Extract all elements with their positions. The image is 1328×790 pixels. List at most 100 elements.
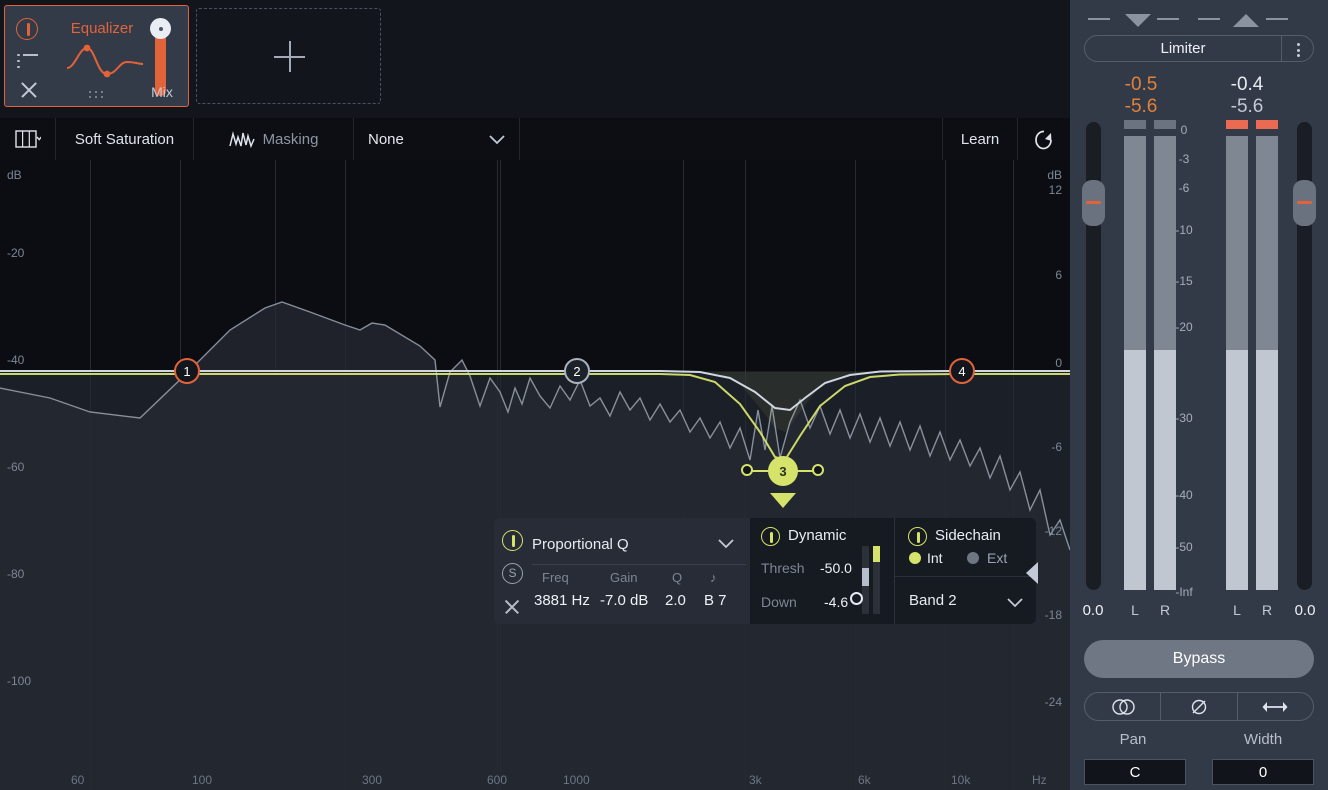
sidechain-int-radio[interactable] <box>909 552 921 564</box>
add-module-button[interactable] <box>196 8 381 104</box>
width-arrows-icon[interactable] <box>1236 693 1313 720</box>
q-value[interactable]: 2.0 <box>665 592 686 609</box>
collapse-arrow-icon[interactable] <box>1026 562 1038 584</box>
filter-shape-select[interactable]: Proportional Q <box>532 526 746 562</box>
main-area: Equalizer Mix Soft Saturation Masking No… <box>0 0 1070 790</box>
input-fader-thumb[interactable] <box>1082 180 1105 226</box>
freq-tick-4: 1000 <box>563 773 590 787</box>
pan-value-field[interactable]: C <box>1084 759 1186 785</box>
toolbar-spacer <box>520 118 943 160</box>
freq-tick-7: 10k <box>951 773 971 787</box>
width-value-field[interactable]: 0 <box>1212 759 1314 785</box>
power-icon[interactable] <box>16 18 38 40</box>
column-layout-icon[interactable] <box>0 118 56 160</box>
panel-resize-controls <box>1070 8 1328 30</box>
down-value[interactable]: -4.6 <box>824 594 848 610</box>
limiter-header[interactable]: Limiter <box>1084 35 1314 62</box>
list-menu-icon[interactable] <box>17 53 39 70</box>
filter-shape-value: Proportional Q <box>532 535 629 553</box>
module-card-equalizer[interactable]: Equalizer Mix <box>4 5 189 107</box>
note-header: ♪ <box>710 570 717 585</box>
meter-scale-2: -6 <box>1178 181 1190 195</box>
input-gain-value[interactable]: 0.0 <box>1070 602 1116 619</box>
chevron-down-icon <box>489 132 505 149</box>
triangle-up-icon[interactable] <box>1233 14 1259 27</box>
close-icon[interactable] <box>19 80 39 100</box>
meter-scale-1: -3 <box>1178 152 1190 166</box>
output-rms-value: -5.6 <box>1230 96 1264 117</box>
sidechain-ext-radio[interactable] <box>967 552 979 564</box>
down-knob[interactable] <box>850 592 863 605</box>
note-value[interactable]: B 7 <box>704 592 727 609</box>
right-axis-tick-0: 12 <box>1048 183 1062 197</box>
power-icon[interactable] <box>502 530 523 551</box>
q-handle-right[interactable] <box>812 464 824 476</box>
output-gain-fader[interactable] <box>1293 122 1316 590</box>
masking-select[interactable]: None <box>354 118 520 160</box>
input-gain-fader[interactable] <box>1082 122 1105 590</box>
freq-tick-3: 600 <box>487 773 508 787</box>
output-fader-thumb[interactable] <box>1293 180 1316 226</box>
panel-title: Limiter <box>1160 40 1206 57</box>
output-gain-value[interactable]: 0.0 <box>1282 602 1328 619</box>
input-meter-left <box>1124 120 1146 590</box>
right-axis-tick-2: 0 <box>1055 356 1062 370</box>
sidechain-band-select[interactable]: Band 2 <box>895 576 1037 624</box>
masking-toggle[interactable]: Masking <box>194 118 354 160</box>
dynamic-title: Dynamic <box>788 527 847 544</box>
sidechain-ext-label[interactable]: Ext <box>987 550 1007 566</box>
left-axis-tick-4: -100 <box>7 674 32 688</box>
spectrum-display <box>0 301 1070 790</box>
chevron-down-icon <box>718 536 734 553</box>
freq-tick-6: 6k <box>858 773 871 787</box>
input-rms-value: -5.6 <box>1124 96 1158 117</box>
learn-button[interactable]: Learn <box>943 118 1018 160</box>
reset-loop-icon[interactable] <box>1018 118 1070 160</box>
output-left-label: L <box>1233 602 1241 618</box>
sidechain-title: Sidechain <box>935 527 1001 544</box>
close-icon[interactable] <box>503 598 521 616</box>
freq-value[interactable]: 3881 Hz <box>534 592 590 609</box>
q-header: Q <box>672 570 683 585</box>
drag-grip-icon[interactable] <box>89 91 113 100</box>
dynamic-range-marker-icon[interactable] <box>770 493 796 508</box>
band-node-1[interactable]: 1 <box>174 358 200 384</box>
stereo-link-icon[interactable] <box>1085 693 1160 720</box>
meter-scale-4: -15 <box>1175 274 1193 288</box>
width-label: Width <box>1243 731 1283 748</box>
phase-invert-icon[interactable] <box>1160 693 1236 720</box>
band-node-4[interactable]: 4 <box>949 358 975 384</box>
mix-slider[interactable]: Mix <box>146 14 176 104</box>
right-axis-tick-6: -24 <box>1044 695 1062 709</box>
sidechain-int-label[interactable]: Int <box>927 550 943 566</box>
freq-tick-0: 60 <box>71 773 85 787</box>
mix-slider-knob[interactable] <box>150 18 171 39</box>
output-meter-left <box>1226 120 1248 590</box>
meter-scale-8: -50 <box>1175 540 1193 554</box>
solo-icon[interactable]: S <box>502 563 523 584</box>
preset-name[interactable]: Soft Saturation <box>56 118 194 160</box>
eq-curve-icon <box>65 38 145 86</box>
freq-tick-2: 300 <box>362 773 383 787</box>
thresh-value[interactable]: -50.0 <box>820 560 852 576</box>
meter-scale-9: -Inf <box>1175 585 1193 599</box>
band-node-3[interactable]: 3 <box>768 456 798 486</box>
triangle-down-icon[interactable] <box>1125 14 1151 27</box>
q-handle-left[interactable] <box>741 464 753 476</box>
left-axis-title: dB <box>7 168 22 182</box>
power-icon[interactable] <box>908 527 927 546</box>
sidechain-band-value: Band 2 <box>909 592 957 609</box>
down-label: Down <box>761 594 797 610</box>
dynamic-gain-meter <box>862 546 882 614</box>
kebab-menu-icon[interactable] <box>1281 36 1313 61</box>
band-node-2[interactable]: 2 <box>564 358 590 384</box>
bypass-button[interactable]: Bypass <box>1084 640 1314 678</box>
eq-graph[interactable]: dB -20 -40 -60 -80 -100 dB 12 6 0 -6 -12… <box>0 160 1070 790</box>
right-axis-tick-1: 6 <box>1055 268 1062 282</box>
power-icon[interactable] <box>761 527 780 546</box>
band-settings-popup[interactable]: S Proportional Q Freq Gain Q ♪ 3881 Hz -… <box>494 518 1038 624</box>
right-axis-tick-5: -18 <box>1044 608 1062 622</box>
gain-value[interactable]: -7.0 dB <box>600 592 648 609</box>
left-axis-tick-3: -80 <box>7 567 25 581</box>
dynamic-section: Dynamic Thresh -50.0 Down -4.6 <box>750 518 894 624</box>
